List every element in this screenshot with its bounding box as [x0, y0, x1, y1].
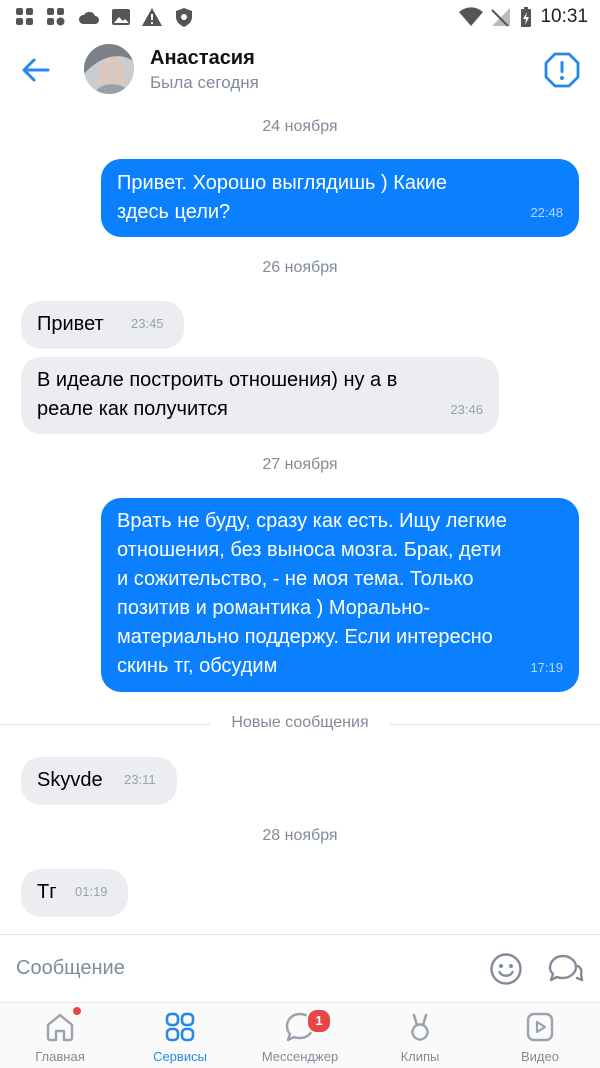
- battery-icon: [521, 7, 531, 27]
- message-time: 23:45: [131, 316, 164, 331]
- wifi-icon: [459, 7, 483, 26]
- message-input[interactable]: Сообщение: [16, 957, 125, 980]
- home-icon: [46, 1013, 74, 1042]
- message-time: 23:46: [450, 402, 483, 417]
- nav-label: Главная: [35, 1049, 85, 1064]
- date-separator: 26 ноября: [262, 259, 338, 276]
- new-messages-separator: Новые сообщения: [0, 713, 600, 735]
- message-text-line: и сожительство, - не моя тема. Только: [117, 568, 474, 590]
- nav-label: Мессенджер: [261, 1049, 339, 1064]
- message-text-line: В идеале построить отношения) ну а в: [37, 369, 398, 391]
- signal-icon: [491, 8, 510, 27]
- nav-label: Клипы: [400, 1049, 440, 1064]
- message-text-line: Привет. Хорошо выглядишь ) Какие: [117, 172, 448, 194]
- avatar[interactable]: [84, 44, 134, 94]
- unread-badge: 1: [306, 1008, 332, 1034]
- message-text-line: позитив и романтика ) Морально-: [117, 597, 431, 619]
- message-text-line: реале как получится: [37, 398, 228, 420]
- nav-label: Сервисы: [153, 1049, 207, 1064]
- video-icon: [526, 1012, 554, 1042]
- message-text-line: здесь цели?: [117, 201, 231, 223]
- message-bubble-outgoing[interactable]: Врать не буду, сразу как есть. Ищу легки…: [101, 498, 579, 692]
- warning-icon: [142, 8, 162, 26]
- report-icon[interactable]: [543, 51, 581, 89]
- cloud-icon: [78, 11, 99, 24]
- date-separator: 24 ноября: [262, 118, 338, 135]
- message-time: 22:48: [530, 205, 563, 220]
- shield-icon: [176, 8, 192, 27]
- clock: 10:31: [540, 6, 588, 27]
- image-icon: [112, 9, 130, 25]
- new-messages-label: Новые сообщения: [231, 714, 369, 731]
- message-bubble-incoming[interactable]: Skyvde 23:11: [21, 757, 177, 805]
- message-bubble-outgoing[interactable]: Привет. Хорошо выглядишь ) Какие здесь ц…: [101, 159, 579, 237]
- message-composer: Сообщение: [0, 934, 600, 1003]
- message-time: 01:19: [75, 884, 108, 899]
- nav-item-home[interactable]: Главная: [0, 1003, 120, 1068]
- back-arrow-icon[interactable]: [18, 54, 54, 86]
- date-separator: 28 ноября: [262, 827, 338, 844]
- bottom-navigation: Главная Сервисы Мессенджер 1 Клипы Видео: [0, 1002, 600, 1068]
- message-text-line: материально поддержу. Если интересно: [117, 626, 493, 648]
- grid-app-icon-2: [47, 8, 65, 26]
- clips-icon: [411, 1013, 429, 1041]
- nav-label: Видео: [521, 1049, 559, 1064]
- divider: [390, 724, 600, 725]
- message-bubble-incoming[interactable]: Тг 01:19: [21, 869, 128, 917]
- nav-item-clips[interactable]: Клипы: [360, 1003, 480, 1068]
- date-separator: 27 ноября: [262, 456, 338, 473]
- services-icon: [165, 1012, 195, 1042]
- nav-item-services[interactable]: Сервисы: [120, 1003, 240, 1068]
- status-bar: 10:31: [0, 0, 600, 34]
- nav-item-messenger[interactable]: Мессенджер: [240, 1003, 360, 1068]
- nav-item-video[interactable]: Видео: [480, 1003, 600, 1068]
- chat-header: Анастасия Была сегодня: [0, 34, 600, 108]
- contact-name[interactable]: Анастасия: [150, 47, 255, 70]
- voice-chat-icon[interactable]: [546, 952, 584, 986]
- message-text-line: Врать не буду, сразу как есть. Ищу легки…: [117, 510, 507, 532]
- contact-last-seen: Была сегодня: [150, 73, 259, 92]
- notification-dot: [73, 1007, 81, 1015]
- message-time: 23:11: [124, 772, 156, 787]
- message-bubble-incoming[interactable]: Привет 23:45: [21, 301, 184, 349]
- message-bubble-incoming[interactable]: В идеале построить отношения) ну а в реа…: [21, 357, 499, 434]
- message-text-line: отношения, без выноса мозга. Брак, дети: [117, 539, 502, 561]
- emoji-icon[interactable]: [489, 952, 523, 986]
- message-time: 17:19: [530, 660, 563, 675]
- message-text-line: скинь тг, обсудим: [117, 655, 278, 677]
- grid-app-icon: [16, 8, 33, 25]
